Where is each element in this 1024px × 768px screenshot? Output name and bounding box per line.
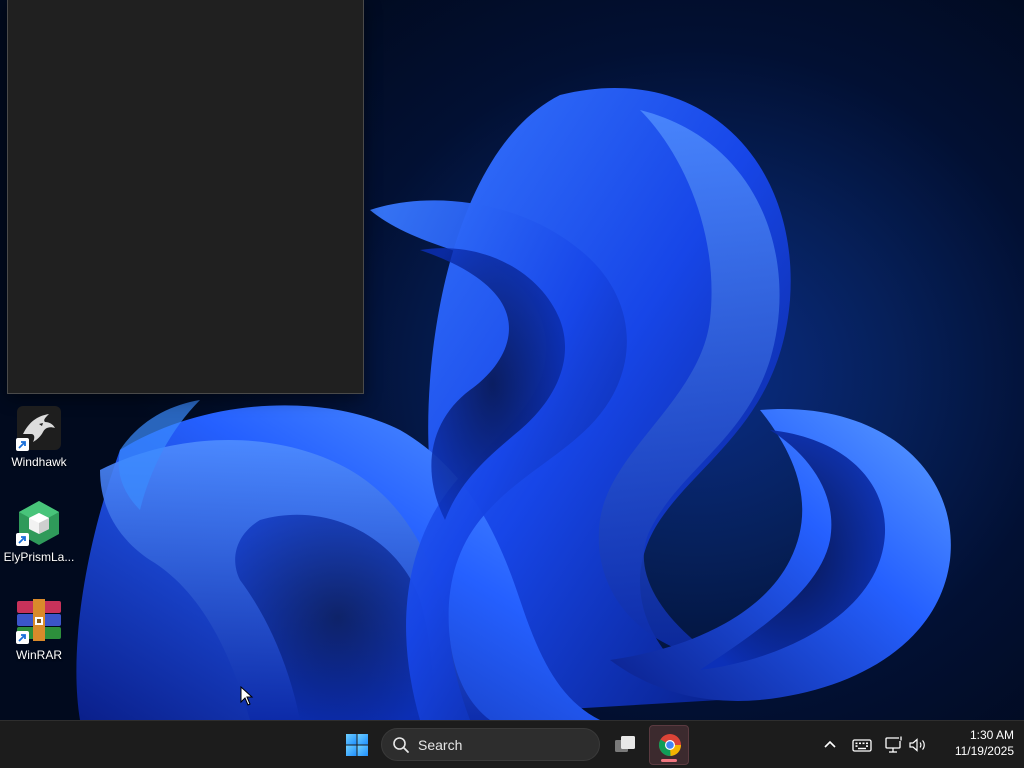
taskbar-chrome-button[interactable]: [649, 725, 689, 765]
taskbar-search-box[interactable]: Search: [381, 728, 600, 761]
shortcut-arrow-icon: [16, 533, 29, 546]
app-window-panel[interactable]: [7, 0, 364, 394]
show-hidden-icons-button[interactable]: [818, 733, 842, 757]
keyboard-icon: [852, 739, 872, 752]
desktop-icon-windhawk[interactable]: Windhawk: [2, 404, 76, 469]
start-button[interactable]: [337, 725, 377, 765]
clock-date: 11/19/2025: [954, 744, 1014, 758]
desktop-icon-label: Windhawk: [11, 455, 67, 469]
task-view-button[interactable]: [605, 725, 645, 765]
volume-icon: [909, 738, 925, 752]
network-button[interactable]: [882, 733, 906, 757]
network-icon: [885, 736, 903, 753]
mouse-cursor-icon: [240, 686, 254, 706]
clock-time: 1:30 AM: [969, 728, 1014, 742]
windhawk-icon: [15, 404, 63, 452]
taskbar-clock[interactable]: 1:30 AM 11/19/2025: [934, 727, 1014, 759]
shortcut-arrow-icon: [16, 438, 29, 451]
shortcut-arrow-icon: [16, 631, 29, 644]
task-view-icon: [615, 736, 635, 752]
running-indicator: [661, 759, 677, 762]
taskbar: Search 1:30 AM 11/19/2025: [0, 720, 1024, 768]
keyboard-button[interactable]: [850, 733, 874, 757]
desktop-icon-elyprism[interactable]: ElyPrismLa...: [2, 499, 76, 564]
chevron-up-icon: [824, 740, 836, 748]
elyprism-launcher-icon: [15, 499, 63, 547]
desktop-icon-label: WinRAR: [15, 648, 62, 662]
chrome-icon: [659, 734, 681, 756]
desktop-icon-label: ElyPrismLa...: [3, 550, 75, 564]
search-placeholder: Search: [418, 737, 463, 753]
winrar-icon: [15, 597, 63, 645]
desktop-icon-winrar[interactable]: WinRAR: [2, 597, 76, 662]
volume-button[interactable]: [906, 733, 930, 757]
desktop[interactable]: Windhawk ElyPrismLa... WinRAR: [0, 0, 1024, 720]
search-icon: [393, 737, 409, 753]
windows-start-icon: [346, 734, 368, 756]
